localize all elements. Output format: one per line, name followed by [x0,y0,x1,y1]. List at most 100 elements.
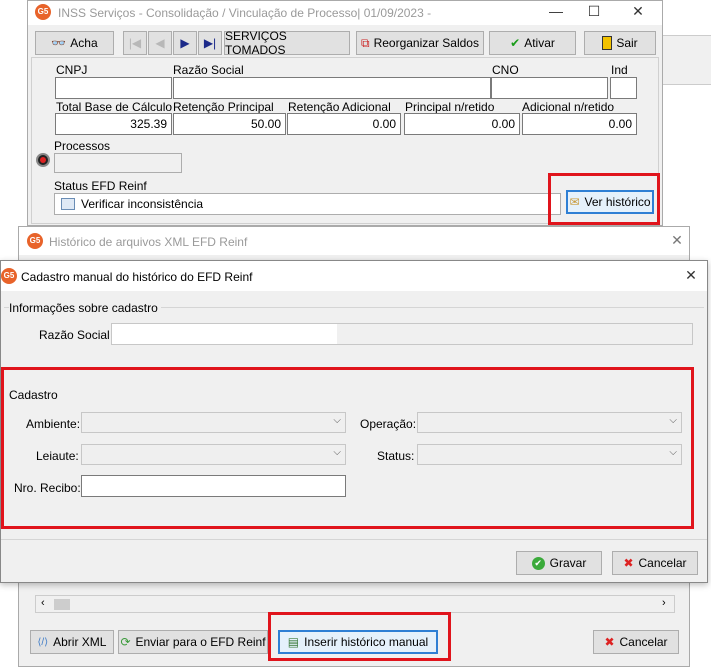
operacao-select[interactable]: ⌵ [417,412,682,433]
scroll-thumb[interactable] [54,599,70,610]
cadastro-title: Cadastro manual do histórico do EFD Rein… [21,270,253,284]
ativar-button[interactable]: ✔ Ativar [489,31,576,55]
chevron-down-icon: ⌵ [333,415,341,426]
total-base-field[interactable]: 325.39 [55,113,172,135]
next-record-button[interactable]: ▶ [173,31,197,55]
main-window: G5 INSS Serviços - Consolidação / Vincul… [27,0,663,226]
prev-record-button[interactable]: ◀ [148,31,172,55]
scroll-right-icon[interactable]: › [662,597,666,609]
ambiente-select[interactable]: ⌵ [81,412,346,433]
insert-document-icon: ▤ [287,635,300,649]
processos-label: Processos [54,139,111,153]
app-logo-icon: G5 [1,268,17,284]
maximize-icon[interactable]: ☐ [584,3,604,20]
document-icon [61,198,75,210]
checkmark-icon: ✔ [510,36,521,50]
principal-nretido-label: Principal n/retido [405,100,495,114]
scroll-left-icon[interactable]: ‹ [41,597,45,609]
close-icon[interactable]: ✕ [667,232,687,249]
dialog-footer-divider [1,539,707,540]
ambiente-label: Ambiente: [26,417,81,431]
ind-field[interactable] [610,77,637,99]
inserir-historico-button[interactable]: ▤ Inserir histórico manual [278,630,438,654]
ver-historico-button[interactable]: ✉ Ver histórico [566,190,654,214]
razao-social-field[interactable] [173,77,491,99]
cancel-x-icon: ✖ [604,635,615,649]
info-group-title: Informações sobre cadastro [9,301,161,315]
historico-title: Histórico de arquivos XML EFD Reinf [49,235,248,249]
cnpj-field[interactable] [55,77,172,99]
cadastro-cancelar-button[interactable]: ✖ Cancelar [612,551,698,575]
sair-button[interactable]: Sair [584,31,656,55]
retencao-adicional-label: Retenção Adicional [288,100,391,114]
ver-historico-label: Ver histórico [584,195,651,209]
chevron-down-icon: ⌵ [333,447,341,458]
principal-nretido-field[interactable]: 0.00 [404,113,520,135]
reorganizar-saldos-button[interactable]: ⧉ Reorganizar Saldos [356,31,484,55]
cadastro-group-title: Cadastro [9,388,58,402]
chevron-down-icon: ⌵ [669,447,677,458]
abrir-xml-label: Abrir XML [53,635,107,649]
leiaute-label: Leiaute: [36,449,79,463]
cadastro-cancelar-label: Cancelar [638,556,687,570]
cno-label: CNO [492,63,519,77]
reorganizar-label: Reorganizar Saldos [373,36,479,50]
xml-icon: ⟨/⟩ [37,636,49,648]
check-circle-icon: ✔ [531,556,545,570]
status-efd-text: Verificar inconsistência [81,197,204,211]
leiaute-select[interactable]: ⌵ [81,444,346,465]
record-icon[interactable] [36,153,50,167]
cno-field[interactable] [491,77,608,99]
binoculars-icon: 👓 [51,36,67,50]
gravar-button[interactable]: ✔ Gravar [516,551,602,575]
ativar-label: Ativar [524,36,555,50]
nro-recibo-label: Nro. Recibo: [14,481,81,495]
first-record-button[interactable]: |◀ [123,31,147,55]
chevron-down-icon: ⌵ [669,415,677,426]
status-efd-label: Status EFD Reinf [54,179,147,193]
close-icon[interactable]: ✕ [628,3,648,20]
scrollbar-horizontal[interactable]: ‹ › [35,595,675,613]
retencao-adicional-field[interactable]: 0.00 [287,113,401,135]
cancel-x-icon: ✖ [623,556,634,570]
servicos-tomados-label: SERVIÇOS TOMADOS [225,29,287,57]
nro-recibo-input[interactable] [81,475,346,497]
acha-button[interactable]: 👓 Acha [35,31,114,55]
operacao-label: Operação: [360,417,417,431]
last-record-button[interactable]: ▶| [198,31,222,55]
razao-social-label: Razão Social [39,328,110,342]
app-logo-icon: G5 [35,4,51,20]
app-logo-icon: G5 [27,233,43,249]
close-icon[interactable]: ✕ [681,267,701,284]
sair-label: Sair [616,36,638,50]
exit-door-icon [602,36,613,50]
cnpj-label: CNPJ [56,63,88,77]
total-base-label: Total Base de Cálculo [56,100,173,114]
inserir-label: Inserir histórico manual [304,635,429,649]
ind-label: Ind [611,63,628,77]
enviar-efd-button[interactable]: ⟳ Enviar para o EFD Reinf [118,630,268,654]
main-window-title: INSS Serviços - Consolidação / Vinculaçã… [58,6,432,20]
servicos-tomados-button[interactable]: SERVIÇOS TOMADOS [224,29,350,57]
acha-label: Acha [70,36,98,50]
abrir-xml-button[interactable]: ⟨/⟩ Abrir XML [30,630,114,654]
status-select[interactable]: ⌵ [417,444,682,465]
historico-titlebar: G5 Histórico de arquivos XML EFD Reinf ✕ [19,227,689,255]
retencao-principal-label: Retenção Principal [173,100,274,114]
send-icon: ⟳ [120,635,131,649]
retencao-principal-field[interactable]: 50.00 [173,113,286,135]
historico-cancelar-label: Cancelar [619,635,668,649]
status-efd-field: Verificar inconsistência [54,193,561,215]
cadastro-dialog: G5 Cadastro manual do histórico do EFD R… [0,260,708,583]
status-label: Status: [377,449,415,463]
history-icon: ✉ [569,195,580,209]
reorganize-icon: ⧉ [361,35,370,50]
historico-cancelar-button[interactable]: ✖ Cancelar [593,630,679,654]
processos-field[interactable] [54,153,182,173]
adicional-nretido-field[interactable]: 0.00 [522,113,637,135]
enviar-label: Enviar para o EFD Reinf [135,635,266,649]
adicional-nretido-label: Adicional n/retido [522,100,615,114]
minimize-icon[interactable]: — [546,3,566,19]
background-window-strip [663,35,711,85]
gravar-label: Gravar [549,556,587,570]
